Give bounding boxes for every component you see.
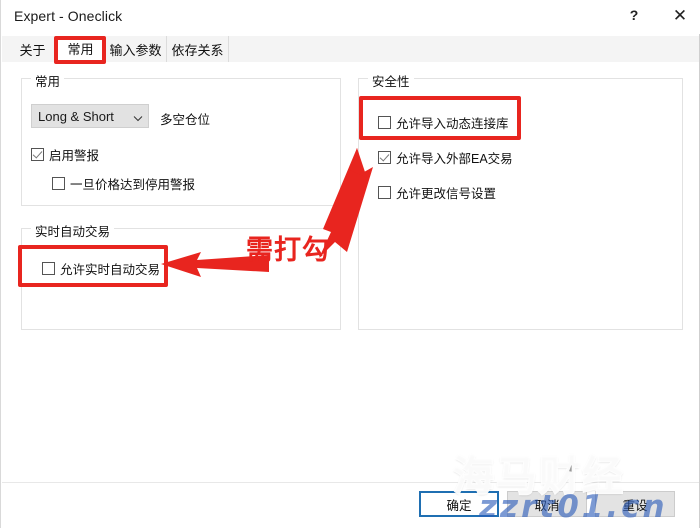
checkbox-label: 一旦价格达到停用警报 bbox=[70, 178, 196, 192]
watermark-url: zzrt01.cn bbox=[479, 489, 668, 525]
tab-label: 依存关系 bbox=[171, 42, 224, 58]
tab-inputs[interactable]: 输入参数 bbox=[105, 36, 167, 62]
group-common: 常用 Long & Short 多空仓位 启用警报 一旦价格达到停用警报 bbox=[21, 71, 341, 206]
checkbox-box bbox=[52, 177, 65, 190]
window-title: Expert - Oneclick bbox=[14, 8, 123, 24]
tab-dependencies[interactable]: 依存关系 bbox=[167, 36, 229, 62]
group-common-title: 常用 bbox=[31, 71, 65, 90]
checkbox-allow-signal-settings-change[interactable]: 允许更改信号设置 bbox=[378, 183, 496, 202]
tab-strip: 关于 常用 输入参数 依存关系 bbox=[2, 36, 699, 63]
position-mode-select[interactable]: Long & Short bbox=[31, 104, 149, 128]
chevron-down-icon bbox=[133, 112, 143, 122]
title-bar: Expert - Oneclick ? ✕ bbox=[1, 0, 700, 34]
checkbox-box bbox=[378, 186, 391, 199]
group-security-title: 安全性 bbox=[368, 71, 414, 90]
checkbox-label: 允许更改信号设置 bbox=[396, 187, 497, 201]
group-security: 安全性 允许导入动态连接库 允许导入外部EA交易 允许更改信号设置 bbox=[358, 71, 683, 330]
checkbox-label: 允许导入外部EA交易 bbox=[396, 152, 513, 166]
checkbox-label: 允许实时自动交易 bbox=[60, 263, 161, 277]
tab-label: 关于 bbox=[19, 42, 46, 58]
checkbox-box bbox=[378, 116, 391, 129]
checkbox-disable-alert-on-price[interactable]: 一旦价格达到停用警报 bbox=[52, 174, 195, 193]
help-icon[interactable]: ? bbox=[611, 0, 657, 30]
tab-content-common: 常用 Long & Short 多空仓位 启用警报 一旦价格达到停用警报 实时自… bbox=[2, 62, 699, 482]
position-mode-value: Long & Short bbox=[38, 108, 114, 124]
checkbox-enable-alert[interactable]: 启用警报 bbox=[31, 145, 99, 164]
tab-label: 常用 bbox=[67, 42, 94, 57]
tab-label: 输入参数 bbox=[109, 42, 162, 58]
annotation-callout-text: 需打勾 bbox=[246, 235, 330, 266]
checkbox-label: 启用警报 bbox=[49, 149, 100, 163]
checkbox-box bbox=[31, 148, 44, 161]
close-icon[interactable]: ✕ bbox=[657, 0, 700, 30]
group-live-trading-title: 实时自动交易 bbox=[31, 221, 115, 240]
checkbox-allow-dll-imports[interactable]: 允许导入动态连接库 bbox=[378, 113, 509, 132]
checkbox-label: 允许导入动态连接库 bbox=[396, 117, 509, 131]
position-mode-label: 多空仓位 bbox=[160, 113, 211, 127]
tab-common[interactable]: 常用 bbox=[57, 36, 105, 62]
expert-settings-dialog: Expert - Oneclick ? ✕ 关于 常用 输入参数 依存关系 常用… bbox=[0, 0, 700, 528]
checkbox-box bbox=[378, 151, 391, 164]
checkbox-box bbox=[42, 262, 55, 275]
checkbox-allow-live-trading[interactable]: 允许实时自动交易 bbox=[42, 259, 160, 278]
checkbox-allow-external-ea-imports[interactable]: 允许导入外部EA交易 bbox=[378, 148, 513, 167]
tab-about[interactable]: 关于 bbox=[9, 36, 57, 62]
